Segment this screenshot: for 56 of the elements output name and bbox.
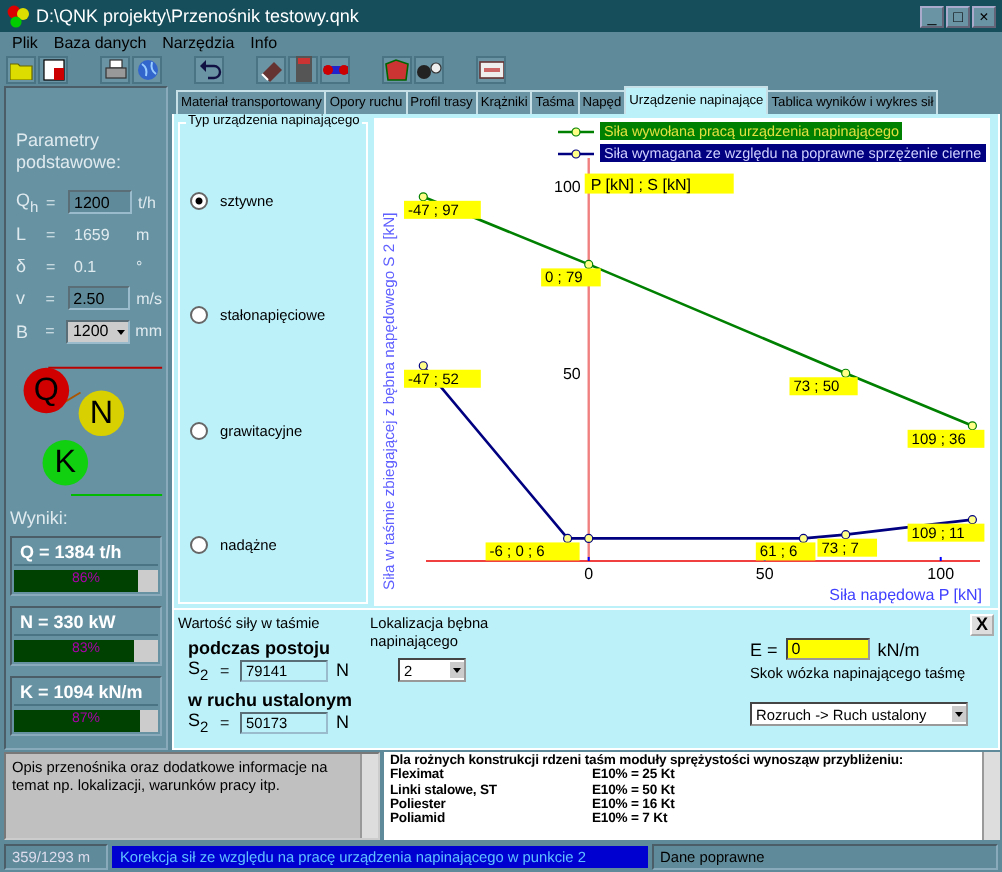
field-label: S$_{2}$ (188, 709, 211, 736)
parameter-unit: m (136, 225, 150, 244)
window-title: D:\QNK projekty\Przenośnik testowy.qnk (36, 6, 361, 26)
parameter-unit: ° (136, 257, 143, 276)
x-axis-title: Siła napędowa P [kN] (829, 586, 982, 604)
y-tick-label: 100 (554, 177, 581, 196)
result-label: K = 1094 kN/m (14, 680, 158, 707)
x-tick-label: 100 (927, 564, 955, 583)
equals-sign: = (46, 193, 58, 212)
window-control-button[interactable]: _ (920, 5, 944, 27)
parameter-unit: m/s (136, 289, 162, 308)
equals-sign: = (45, 289, 57, 308)
parameter-symbol: L (16, 224, 29, 245)
x-tick-label: 50 (755, 564, 774, 583)
parameter-value: 0.1 (72, 257, 99, 276)
equals-sign: = (46, 257, 58, 276)
parameter-field[interactable]: 1200 (68, 190, 132, 215)
parameter-value: 1659 (72, 225, 112, 244)
parameters-heading: Parametry podstawowe: (16, 130, 124, 174)
menu-item[interactable]: Info (250, 34, 278, 52)
modulus-field[interactable]: 0 (785, 638, 870, 660)
result-label: Q = 1384 t/h (14, 540, 158, 567)
parameter-unit: mm (135, 322, 162, 341)
field-label: S$_{2}$ (188, 658, 211, 684)
y-tick-label: 50 (562, 365, 581, 384)
close-button[interactable]: X (970, 614, 994, 636)
x-tick-label: 0 (584, 564, 594, 583)
unit-label: kN/m (877, 639, 920, 659)
logo-letter: K (54, 443, 77, 480)
menu-item[interactable]: Narzędzia (162, 34, 235, 52)
equals-sign: = (45, 322, 57, 341)
section-label: w ruchu ustalonym (188, 689, 354, 710)
parameter-symbol: Q$_{h}$ (16, 189, 40, 215)
annotation: P [kN] ; S [kN] (590, 175, 691, 194)
unit-label: N (336, 660, 349, 681)
logo-letter: N (89, 394, 114, 431)
equals-sign: = (220, 661, 232, 680)
equals-sign: = (46, 225, 58, 244)
parameter-field[interactable]: 2.50 (67, 286, 131, 311)
equals-sign: = (220, 713, 232, 732)
section-label: podczas postoju (188, 638, 333, 658)
axis-title-label: P [kN] ; S [kN] (584, 173, 734, 194)
parameter-symbol: v (16, 288, 27, 309)
menu-item[interactable]: Plik (12, 34, 38, 52)
logo-letter: Q (33, 371, 59, 408)
menu-item[interactable]: Baza danych (53, 34, 147, 52)
results-heading: Wyniki: (10, 508, 70, 529)
window-control-button[interactable]: × (972, 5, 996, 27)
field-label: E = (750, 639, 778, 659)
parameter-symbol: δ (16, 256, 29, 277)
parameter-symbol: B (16, 321, 31, 342)
window-control-button[interactable]: □ (946, 5, 970, 27)
unit-label: N (336, 712, 349, 733)
result-label: N = 330 kW (14, 610, 158, 637)
parameter-select[interactable]: 1200 (66, 319, 130, 344)
parameter-unit: t/h (138, 193, 156, 212)
